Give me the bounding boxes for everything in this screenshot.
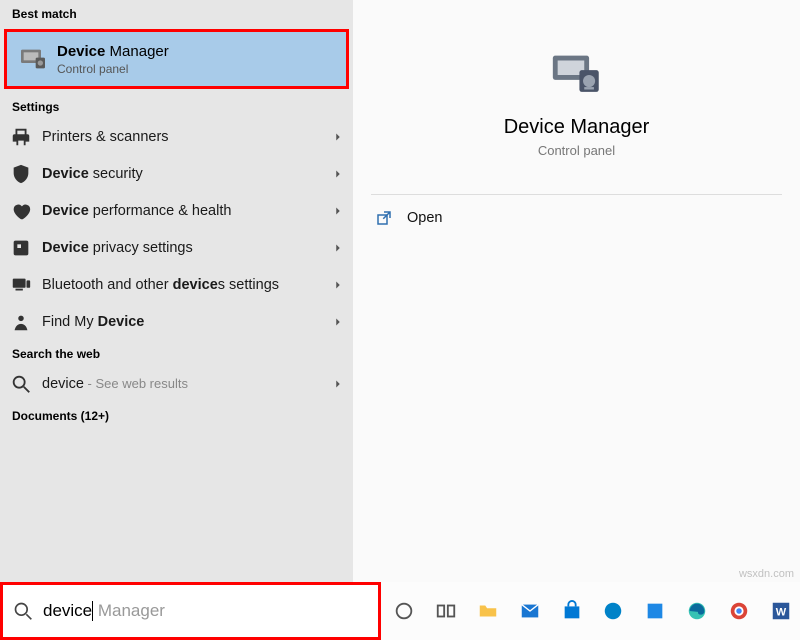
device-manager-large-icon <box>548 46 606 104</box>
search-text: device Manager <box>43 601 165 622</box>
chevron-right-icon <box>331 377 345 391</box>
search-results-pane: Best match Device Manager Control panel … <box>0 0 353 582</box>
row-label: Find My Device <box>42 314 331 330</box>
chevron-right-icon <box>331 241 345 255</box>
search-the-web-header: Search the web <box>0 340 353 365</box>
chevron-right-icon <box>331 204 345 218</box>
app-button-1[interactable] <box>636 592 674 630</box>
privacy-icon <box>10 237 32 259</box>
settings-header: Settings <box>0 93 353 118</box>
search-icon <box>10 373 32 395</box>
svg-text:W: W <box>776 607 787 619</box>
row-label: Device privacy settings <box>42 240 331 256</box>
settings-item-device-performance[interactable]: Device performance & health <box>0 192 353 229</box>
dell-button[interactable] <box>595 592 633 630</box>
find-icon <box>10 311 32 333</box>
preview-title: Device Manager <box>353 116 800 139</box>
bluetooth-icon <box>10 274 32 296</box>
shield-icon <box>10 163 32 185</box>
device-manager-icon <box>17 43 49 75</box>
file-explorer-button[interactable] <box>469 592 507 630</box>
settings-item-device-privacy[interactable]: Device privacy settings <box>0 229 353 266</box>
task-view-button[interactable] <box>427 592 465 630</box>
row-label: device - See web results <box>42 376 331 392</box>
open-action[interactable]: Open <box>353 195 800 241</box>
printer-icon <box>10 126 32 148</box>
row-label: Printers & scanners <box>42 129 331 145</box>
row-label: Bluetooth and other devices settings <box>42 277 331 293</box>
preview-subtitle: Control panel <box>353 143 800 158</box>
web-result-device[interactable]: device - See web results <box>0 365 353 402</box>
search-input[interactable]: device Manager <box>0 582 381 640</box>
chevron-right-icon <box>331 315 345 329</box>
settings-item-bluetooth[interactable]: Bluetooth and other devices settings <box>0 266 353 303</box>
preview-pane: Device Manager Control panel Open <box>353 0 800 582</box>
chevron-right-icon <box>331 278 345 292</box>
row-label: Device security <box>42 166 331 182</box>
watermark: wsxdn.com <box>739 568 794 580</box>
best-match-header: Best match <box>0 0 353 25</box>
open-label: Open <box>407 210 442 226</box>
chrome-button[interactable] <box>720 592 758 630</box>
chevron-right-icon <box>331 130 345 144</box>
best-match-device-manager[interactable]: Device Manager Control panel <box>4 29 349 89</box>
chevron-right-icon <box>331 167 345 181</box>
search-icon <box>13 601 33 621</box>
cortana-button[interactable] <box>385 592 423 630</box>
edge-button[interactable] <box>678 592 716 630</box>
word-button[interactable]: W <box>762 592 800 630</box>
row-label: Device performance & health <box>42 203 331 219</box>
open-icon <box>375 209 393 227</box>
settings-item-device-security[interactable]: Device security <box>0 155 353 192</box>
taskbar: W <box>381 582 800 640</box>
mail-button[interactable] <box>511 592 549 630</box>
settings-item-find-my-device[interactable]: Find My Device <box>0 303 353 340</box>
documents-header: Documents (12+) <box>0 402 353 427</box>
best-match-text: Device Manager Control panel <box>57 43 336 76</box>
heart-icon <box>10 200 32 222</box>
settings-item-printers[interactable]: Printers & scanners <box>0 118 353 155</box>
store-button[interactable] <box>553 592 591 630</box>
